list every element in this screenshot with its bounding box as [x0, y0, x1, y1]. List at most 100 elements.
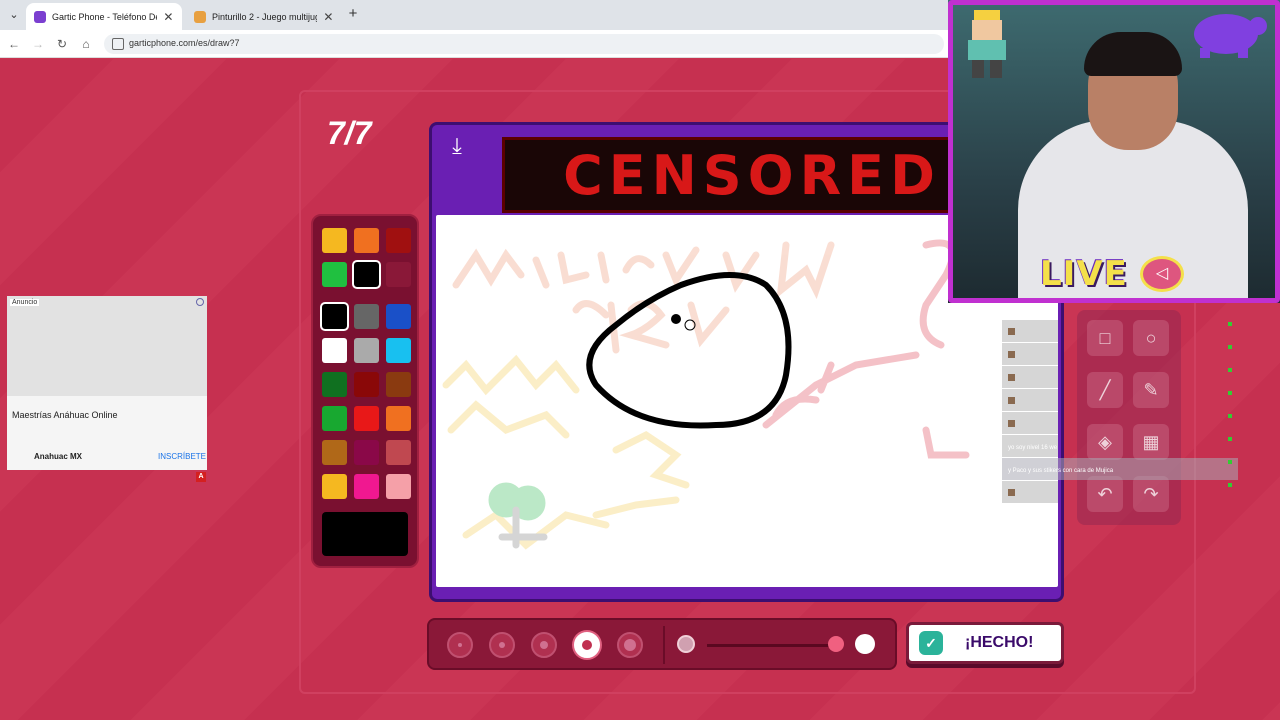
opacity-slider-handle[interactable]: [828, 636, 844, 652]
color-swatch[interactable]: [386, 474, 411, 499]
round-counter: 7/7: [327, 115, 372, 151]
download-icon[interactable]: ⤓: [444, 133, 470, 159]
chat-avatar-icon: [1008, 328, 1015, 335]
browser-tab-gartic[interactable]: Gartic Phone - Teléfono Descon ✕: [26, 3, 182, 30]
ad-label: Anuncio: [10, 299, 40, 306]
brush-size-bar: [427, 618, 897, 670]
done-label: ¡HECHO!: [965, 634, 1034, 651]
tab-title: Pinturillo 2 - Juego multijugad: [212, 11, 317, 22]
ad-title[interactable]: Maestrías Anáhuac Online: [12, 410, 118, 420]
opacity-slider[interactable]: [707, 644, 837, 647]
chat-message: [1002, 389, 1238, 411]
size-bar-divider: [663, 626, 665, 664]
check-icon: ✓: [919, 631, 943, 655]
chat-status-icon: [1228, 391, 1232, 395]
chat-message: yo soy nivel 16 we: [1002, 435, 1238, 457]
chat-text: yo soy nivel 16 we: [1008, 445, 1058, 451]
color-swatch[interactable]: [354, 338, 379, 363]
play-icon: ◁: [1140, 256, 1184, 292]
brush-size-dot: [499, 642, 505, 648]
brush-size-dot: [540, 641, 548, 649]
chat-avatar-icon: [1008, 420, 1015, 427]
chat-message: [1002, 366, 1238, 388]
chat-message: [1002, 412, 1238, 434]
chat-status-icon: [1228, 368, 1232, 372]
chat-avatar-icon: [1008, 351, 1015, 358]
brush-size-dot: [624, 639, 636, 651]
color-swatch[interactable]: [354, 304, 379, 329]
color-swatch[interactable]: [322, 372, 347, 397]
color-swatch[interactable]: [322, 228, 347, 253]
chat-status-icon: [1228, 345, 1232, 349]
color-swatch[interactable]: [386, 338, 411, 363]
color-swatch[interactable]: [354, 474, 379, 499]
color-swatch[interactable]: [352, 260, 381, 289]
chat-avatar-icon: [1008, 397, 1015, 404]
ad-banner[interactable]: Anuncio Maestrías Anáhuac Online Anahuac…: [7, 296, 207, 470]
color-swatch[interactable]: [320, 302, 349, 331]
chat-message: [1002, 320, 1238, 342]
chat-message: [1002, 343, 1238, 365]
ad-cta-link[interactable]: INSCRÍBETE: [158, 452, 206, 461]
ad-image[interactable]: Anuncio: [7, 296, 207, 396]
color-swatch[interactable]: [354, 228, 379, 253]
chat-status-icon: [1228, 483, 1232, 487]
chat-message: y Paco y sus stikers con cara de Mujica: [1002, 458, 1238, 480]
forward-icon[interactable]: →: [30, 36, 46, 52]
url-text: garticphone.com/es/draw?7: [129, 38, 240, 48]
color-swatch[interactable]: [322, 338, 347, 363]
current-color-preview: [322, 512, 408, 556]
opacity-max-icon: [855, 634, 875, 654]
ad-info-icon[interactable]: [196, 298, 204, 306]
color-swatch[interactable]: [322, 440, 347, 465]
color-swatch[interactable]: [386, 372, 411, 397]
site-info-icon[interactable]: [112, 38, 124, 50]
address-bar[interactable]: garticphone.com/es/draw?7: [104, 34, 944, 54]
brush-size-3[interactable]: [531, 632, 557, 658]
chat-status-icon: [1228, 322, 1232, 326]
tab-search-icon[interactable]: ⌄: [6, 7, 22, 23]
color-swatch[interactable]: [386, 304, 411, 329]
live-badge: LIVE: [1040, 254, 1128, 294]
close-tab-icon[interactable]: ✕: [163, 10, 174, 24]
color-swatch[interactable]: [322, 474, 347, 499]
chat-status-icon: [1228, 437, 1232, 441]
chat-text: y Paco y sus stikers con cara de Mujica: [1008, 468, 1114, 474]
censored-overlay: CENSORED: [502, 137, 1002, 213]
tab-title: Gartic Phone - Teléfono Descon: [52, 11, 157, 22]
ad-badge-icon: A: [196, 472, 206, 482]
brush-size-dot: [582, 640, 592, 650]
chat-message: [1002, 481, 1238, 503]
color-swatch[interactable]: [322, 262, 347, 287]
color-palette: [311, 214, 419, 568]
ad-advertiser: Anahuac MX: [34, 452, 83, 461]
close-tab-icon[interactable]: ✕: [323, 10, 334, 24]
opacity-min-icon: [677, 635, 695, 653]
chat-status-icon: [1228, 460, 1232, 464]
brush-size-5[interactable]: [617, 632, 643, 658]
chat-status-icon: [1228, 414, 1232, 418]
done-button[interactable]: ✓ ¡HECHO!: [906, 622, 1064, 664]
color-swatch[interactable]: [354, 406, 379, 431]
censored-text: CENSORED: [563, 143, 941, 207]
color-swatch[interactable]: [386, 406, 411, 431]
pinturillo-favicon-icon: [194, 10, 206, 23]
color-swatch[interactable]: [386, 262, 411, 287]
brush-size-1[interactable]: [447, 632, 473, 658]
brush-size-dot: [458, 643, 462, 647]
color-swatch[interactable]: [386, 440, 411, 465]
browser-tab-pinturillo[interactable]: Pinturillo 2 - Juego multijugad ✕: [186, 3, 342, 30]
color-swatch[interactable]: [354, 440, 379, 465]
chat-avatar-icon: [1008, 489, 1015, 496]
color-swatch[interactable]: [386, 228, 411, 253]
color-swatch[interactable]: [322, 406, 347, 431]
gartic-favicon-icon: [34, 10, 46, 23]
new-tab-icon[interactable]: +: [345, 6, 361, 22]
color-swatch[interactable]: [354, 372, 379, 397]
chat-avatar-icon: [1008, 374, 1015, 381]
reload-icon[interactable]: ↻: [54, 36, 70, 52]
back-icon[interactable]: ←: [6, 36, 22, 52]
brush-size-4[interactable]: [574, 632, 600, 658]
home-icon[interactable]: ⌂: [78, 36, 94, 52]
brush-size-2[interactable]: [489, 632, 515, 658]
